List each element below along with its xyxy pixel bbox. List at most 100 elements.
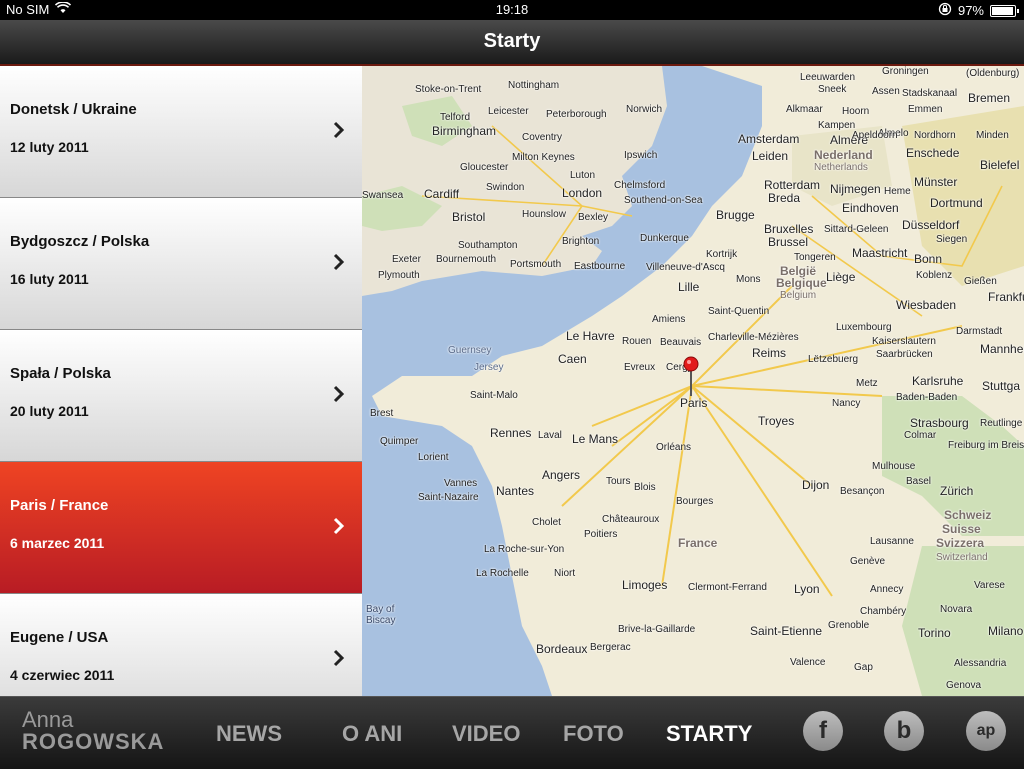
tab-foto[interactable]: FOTO — [563, 721, 624, 747]
map-label-coventry: Coventry — [522, 132, 563, 143]
map-label-jersey: Jersey — [474, 362, 504, 373]
race-date: 6 marzec 2011 — [10, 535, 105, 551]
map-label-blois: Blois — [634, 482, 656, 493]
map-label-lorient: Lorient — [418, 452, 449, 463]
map-label-belgique: Belgique — [776, 276, 827, 290]
map-label-eastbourne: Eastbourne — [574, 261, 626, 272]
map-label-zurich: Zürich — [940, 484, 974, 498]
map-label-orleans: Orléans — [656, 442, 692, 453]
map-label-genova: Genova — [946, 680, 982, 691]
map-label-stoke: Stoke-on-Trent — [415, 84, 482, 95]
map-label-milton: Milton Keynes — [512, 152, 575, 163]
tab-news[interactable]: NEWS — [216, 721, 282, 747]
map-label-dusseldorf: Düsseldorf — [902, 218, 960, 232]
map-label-vannes: Vannes — [444, 478, 478, 489]
map-label-bergerac: Bergerac — [590, 642, 631, 653]
race-city: Spała / Polska — [10, 365, 111, 382]
map-label-birmingham: Birmingham — [432, 124, 497, 138]
map-label-mannheim: Mannhei — [980, 342, 1024, 356]
map-label-alessandria: Alessandria — [954, 658, 1007, 669]
logo-last-name: ROGOWSKA — [22, 729, 165, 754]
race-row-spala[interactable]: Spała / Polska 20 luty 2011 — [0, 330, 362, 462]
map-label-bay: Bay of Biscay — [366, 604, 396, 626]
map-label-dortmund: Dortmund — [930, 196, 983, 210]
map-label-dunkerque: Dunkerque — [640, 233, 689, 244]
map-label-southend: Southend-on-Sea — [624, 195, 703, 206]
race-date: 16 luty 2011 — [10, 271, 89, 287]
map-label-metz: Metz — [856, 378, 878, 389]
map-label-saint-malo: Saint-Malo — [470, 390, 518, 401]
race-row-paris[interactable]: Paris / France 6 marzec 2011 — [0, 462, 362, 594]
race-row-donetsk[interactable]: Donetsk / Ukraine 12 luty 2011 — [0, 66, 362, 198]
map-label-leiden: Leiden — [752, 149, 789, 163]
map-label-nantes: Nantes — [496, 484, 535, 498]
chevron-right-icon — [333, 649, 345, 667]
map-label-leeuwarden: Leeuwarden — [800, 72, 856, 83]
race-date: 12 luty 2011 — [10, 139, 89, 155]
map-label-london: London — [562, 186, 603, 200]
ap-glyph: ap — [976, 722, 996, 739]
map-label-saint-etienne: Saint-Etienne — [750, 624, 823, 638]
map-label-besancon: Besançon — [840, 486, 885, 497]
map-label-peterborough: Peterborough — [546, 109, 607, 120]
map-label-rouen: Rouen — [622, 336, 652, 347]
map-label-poitiers: Poitiers — [584, 529, 618, 540]
battery-percent: 97% — [957, 3, 984, 18]
map-label-stadskanaal: Stadskanaal — [902, 88, 958, 99]
tab-starty[interactable]: STARTY — [666, 721, 752, 747]
map-label-bourges: Bourges — [676, 496, 714, 507]
facebook-icon[interactable]: f — [803, 711, 843, 751]
map-label-grenoble: Grenoble — [828, 620, 870, 631]
rotation-lock-icon — [938, 2, 952, 19]
map-label-sneek: Sneek — [818, 84, 847, 95]
map-label-brighton: Brighton — [562, 236, 600, 247]
map-label-emmen: Emmen — [908, 104, 943, 115]
map-label-nancy: Nancy — [832, 398, 861, 409]
chevron-right-icon — [333, 517, 345, 535]
map-label-brussel: Brussel — [768, 235, 809, 249]
race-row-eugene[interactable]: Eugene / USA 4 czerwiec 2011 — [0, 594, 362, 696]
map-label-swindon: Swindon — [486, 182, 525, 193]
map-label-hoorn: Hoorn — [842, 106, 870, 117]
map-label-letzebuerg: Lëtzebuerg — [808, 354, 859, 365]
map-label-lille: Lille — [678, 280, 700, 294]
race-row-bydgoszcz[interactable]: Bydgoszcz / Polska 16 luty 2011 — [0, 198, 362, 330]
map-label-la-rochelle: La Rochelle — [476, 568, 529, 579]
map-label-cardiff: Cardiff — [424, 187, 460, 201]
map-label-bexley: Bexley — [578, 212, 609, 223]
map-label-nijmegen: Nijmegen — [830, 182, 881, 196]
map-pin-icon[interactable] — [683, 356, 699, 400]
map-label-luxembourg: Luxembourg — [836, 322, 892, 333]
map-label-brive: Brive-la-Gaillarde — [618, 624, 696, 635]
map-label-schweiz: Schweiz — [944, 508, 992, 522]
map-label-mulhouse: Mulhouse — [872, 461, 916, 472]
race-city: Paris / France — [10, 497, 109, 514]
map-label-frankfurt: Frankfu am Ma — [988, 290, 1024, 304]
map-label-bruxelles: Bruxelles — [764, 222, 814, 236]
map-label-cholet: Cholet — [532, 517, 561, 528]
page-title: Starty — [483, 30, 541, 52]
map-view[interactable]: Stoke-on-Trent Nottingham Telford Leices… — [362, 66, 1024, 696]
map-label-koblenz: Koblenz — [916, 270, 953, 281]
map-label-reutlingen: Reutlinge — [980, 418, 1023, 429]
battery-fill — [992, 6, 1014, 15]
map-label-niort: Niort — [554, 568, 576, 579]
brand-logo[interactable]: Anna ROGOWSKA — [22, 709, 164, 753]
map-label-munster: Münster — [914, 175, 958, 189]
map-label-nederland: Nederland — [814, 148, 873, 162]
chevron-right-icon — [333, 385, 345, 403]
tab-o-ani[interactable]: O ANI — [342, 721, 402, 747]
map-label-strasbourg: Strasbourg — [910, 416, 969, 430]
map-label-colmar: Colmar — [904, 430, 937, 441]
map-label-sittard: Sittard-Geleen — [824, 224, 889, 235]
blogger-icon[interactable]: b — [884, 711, 924, 751]
map-label-charleville: Charleville-Mézières — [708, 332, 799, 343]
map-label-breda: Breda — [768, 191, 801, 205]
map-label-amsterdam: Amsterdam — [738, 132, 800, 146]
map-label-kampen: Kampen — [818, 120, 856, 131]
ap-icon[interactable]: ap — [966, 711, 1006, 751]
map-label-giessen: Gießen — [964, 276, 997, 287]
tab-video[interactable]: VIDEO — [452, 721, 520, 747]
map-label-caen: Caen — [558, 352, 587, 366]
map-label-bremen: Bremen — [968, 91, 1011, 105]
